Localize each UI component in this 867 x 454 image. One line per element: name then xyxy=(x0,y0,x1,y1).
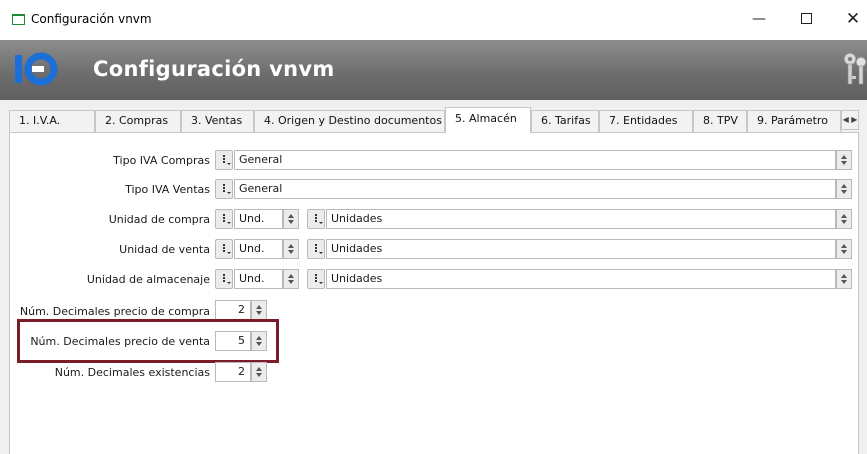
unidad-venta-label: Unidad de venta xyxy=(119,243,210,256)
tab-scroll-right-icon[interactable]: ▶ xyxy=(851,115,857,124)
tipo-iva-ventas-stepper[interactable] xyxy=(836,179,852,199)
keys-icon xyxy=(843,52,867,85)
highlight-box xyxy=(17,319,279,363)
unidad-compra-code-menu-button[interactable] xyxy=(215,209,233,229)
tab-compras[interactable]: 2. Compras xyxy=(95,110,181,132)
maximize-button[interactable] xyxy=(796,9,816,29)
tab-almacen[interactable]: 5. Almacén xyxy=(445,107,531,133)
minimize-button[interactable]: — xyxy=(749,9,769,29)
unidad-almacenaje-name-menu-button[interactable] xyxy=(307,269,325,289)
decimales-compra-input[interactable]: 2 xyxy=(215,300,251,320)
tab-tpv[interactable]: 8. TPV xyxy=(693,110,747,132)
header-title: Configuración vnvm xyxy=(93,57,335,81)
unidad-compra-code-stepper[interactable] xyxy=(283,209,299,229)
tab-entidades[interactable]: 7. Entidades xyxy=(599,110,693,132)
tipo-iva-ventas-menu-button[interactable] xyxy=(215,179,233,199)
tipo-iva-compras-select[interactable]: General xyxy=(234,150,836,170)
window-titlebar: Configuración vnvm — ✕ xyxy=(0,0,867,40)
close-button[interactable]: ✕ xyxy=(843,9,863,29)
tab-origen-destino[interactable]: 4. Origen y Destino documentos xyxy=(254,110,445,132)
tab-parametros[interactable]: 9. Parámetro xyxy=(747,110,841,132)
tipo-iva-compras-label: Tipo IVA Compras xyxy=(113,154,210,167)
unidad-venta-name-select[interactable]: Unidades xyxy=(326,239,836,259)
unidad-almacenaje-code-field[interactable]: Und. xyxy=(234,269,283,289)
tab-scroll-arrows[interactable]: ◀ ▶ xyxy=(841,110,859,130)
decimales-existencias-stepper[interactable] xyxy=(251,362,267,382)
tab-ventas[interactable]: 3. Ventas xyxy=(181,110,254,132)
tipo-iva-ventas-select[interactable]: General xyxy=(234,179,836,199)
tipo-iva-compras-stepper[interactable] xyxy=(836,150,852,170)
tipo-iva-ventas-label: Tipo IVA Ventas xyxy=(125,183,210,196)
tab-iva[interactable]: 1. I.V.A. xyxy=(9,110,95,132)
tab-scroll-left-icon[interactable]: ◀ xyxy=(843,115,849,124)
unidad-venta-name-stepper[interactable] xyxy=(836,239,852,259)
header-banner: Configuración vnvm xyxy=(0,40,867,100)
unidad-almacenaje-code-menu-button[interactable] xyxy=(215,269,233,289)
decimales-compra-stepper[interactable] xyxy=(251,300,267,320)
unidad-compra-name-menu-button[interactable] xyxy=(307,209,325,229)
unidad-venta-code-stepper[interactable] xyxy=(283,239,299,259)
decimales-compra-label: Núm. Decimales precio de compra xyxy=(19,305,210,318)
unidad-almacenaje-code-stepper[interactable] xyxy=(283,269,299,289)
tab-tarifas[interactable]: 6. Tarifas xyxy=(531,110,599,132)
unidad-venta-code-menu-button[interactable] xyxy=(215,239,233,259)
unidad-almacenaje-name-stepper[interactable] xyxy=(836,269,852,289)
unidad-venta-code-field[interactable]: Und. xyxy=(234,239,283,259)
window-title: Configuración vnvm xyxy=(31,12,152,26)
unidad-venta-name-menu-button[interactable] xyxy=(307,239,325,259)
app-logo xyxy=(15,52,58,86)
decimales-existencias-label: Núm. Decimales existencias xyxy=(54,366,210,379)
decimales-existencias-input[interactable]: 2 xyxy=(215,362,251,382)
unidad-compra-code-field[interactable]: Und. xyxy=(234,209,283,229)
unidad-compra-label: Unidad de compra xyxy=(108,213,210,226)
tab-bar: 1. I.V.A. 2. Compras 3. Ventas 4. Origen… xyxy=(9,107,859,133)
unidad-almacenaje-label: Unidad de almacenaje xyxy=(86,273,210,286)
maximize-icon xyxy=(800,13,812,24)
unidad-compra-name-select[interactable]: Unidades xyxy=(326,209,836,229)
unidad-almacenaje-name-select[interactable]: Unidades xyxy=(326,269,836,289)
unidad-compra-name-stepper[interactable] xyxy=(836,209,852,229)
tipo-iva-compras-menu-button[interactable] xyxy=(215,150,233,170)
window-icon xyxy=(12,14,25,25)
